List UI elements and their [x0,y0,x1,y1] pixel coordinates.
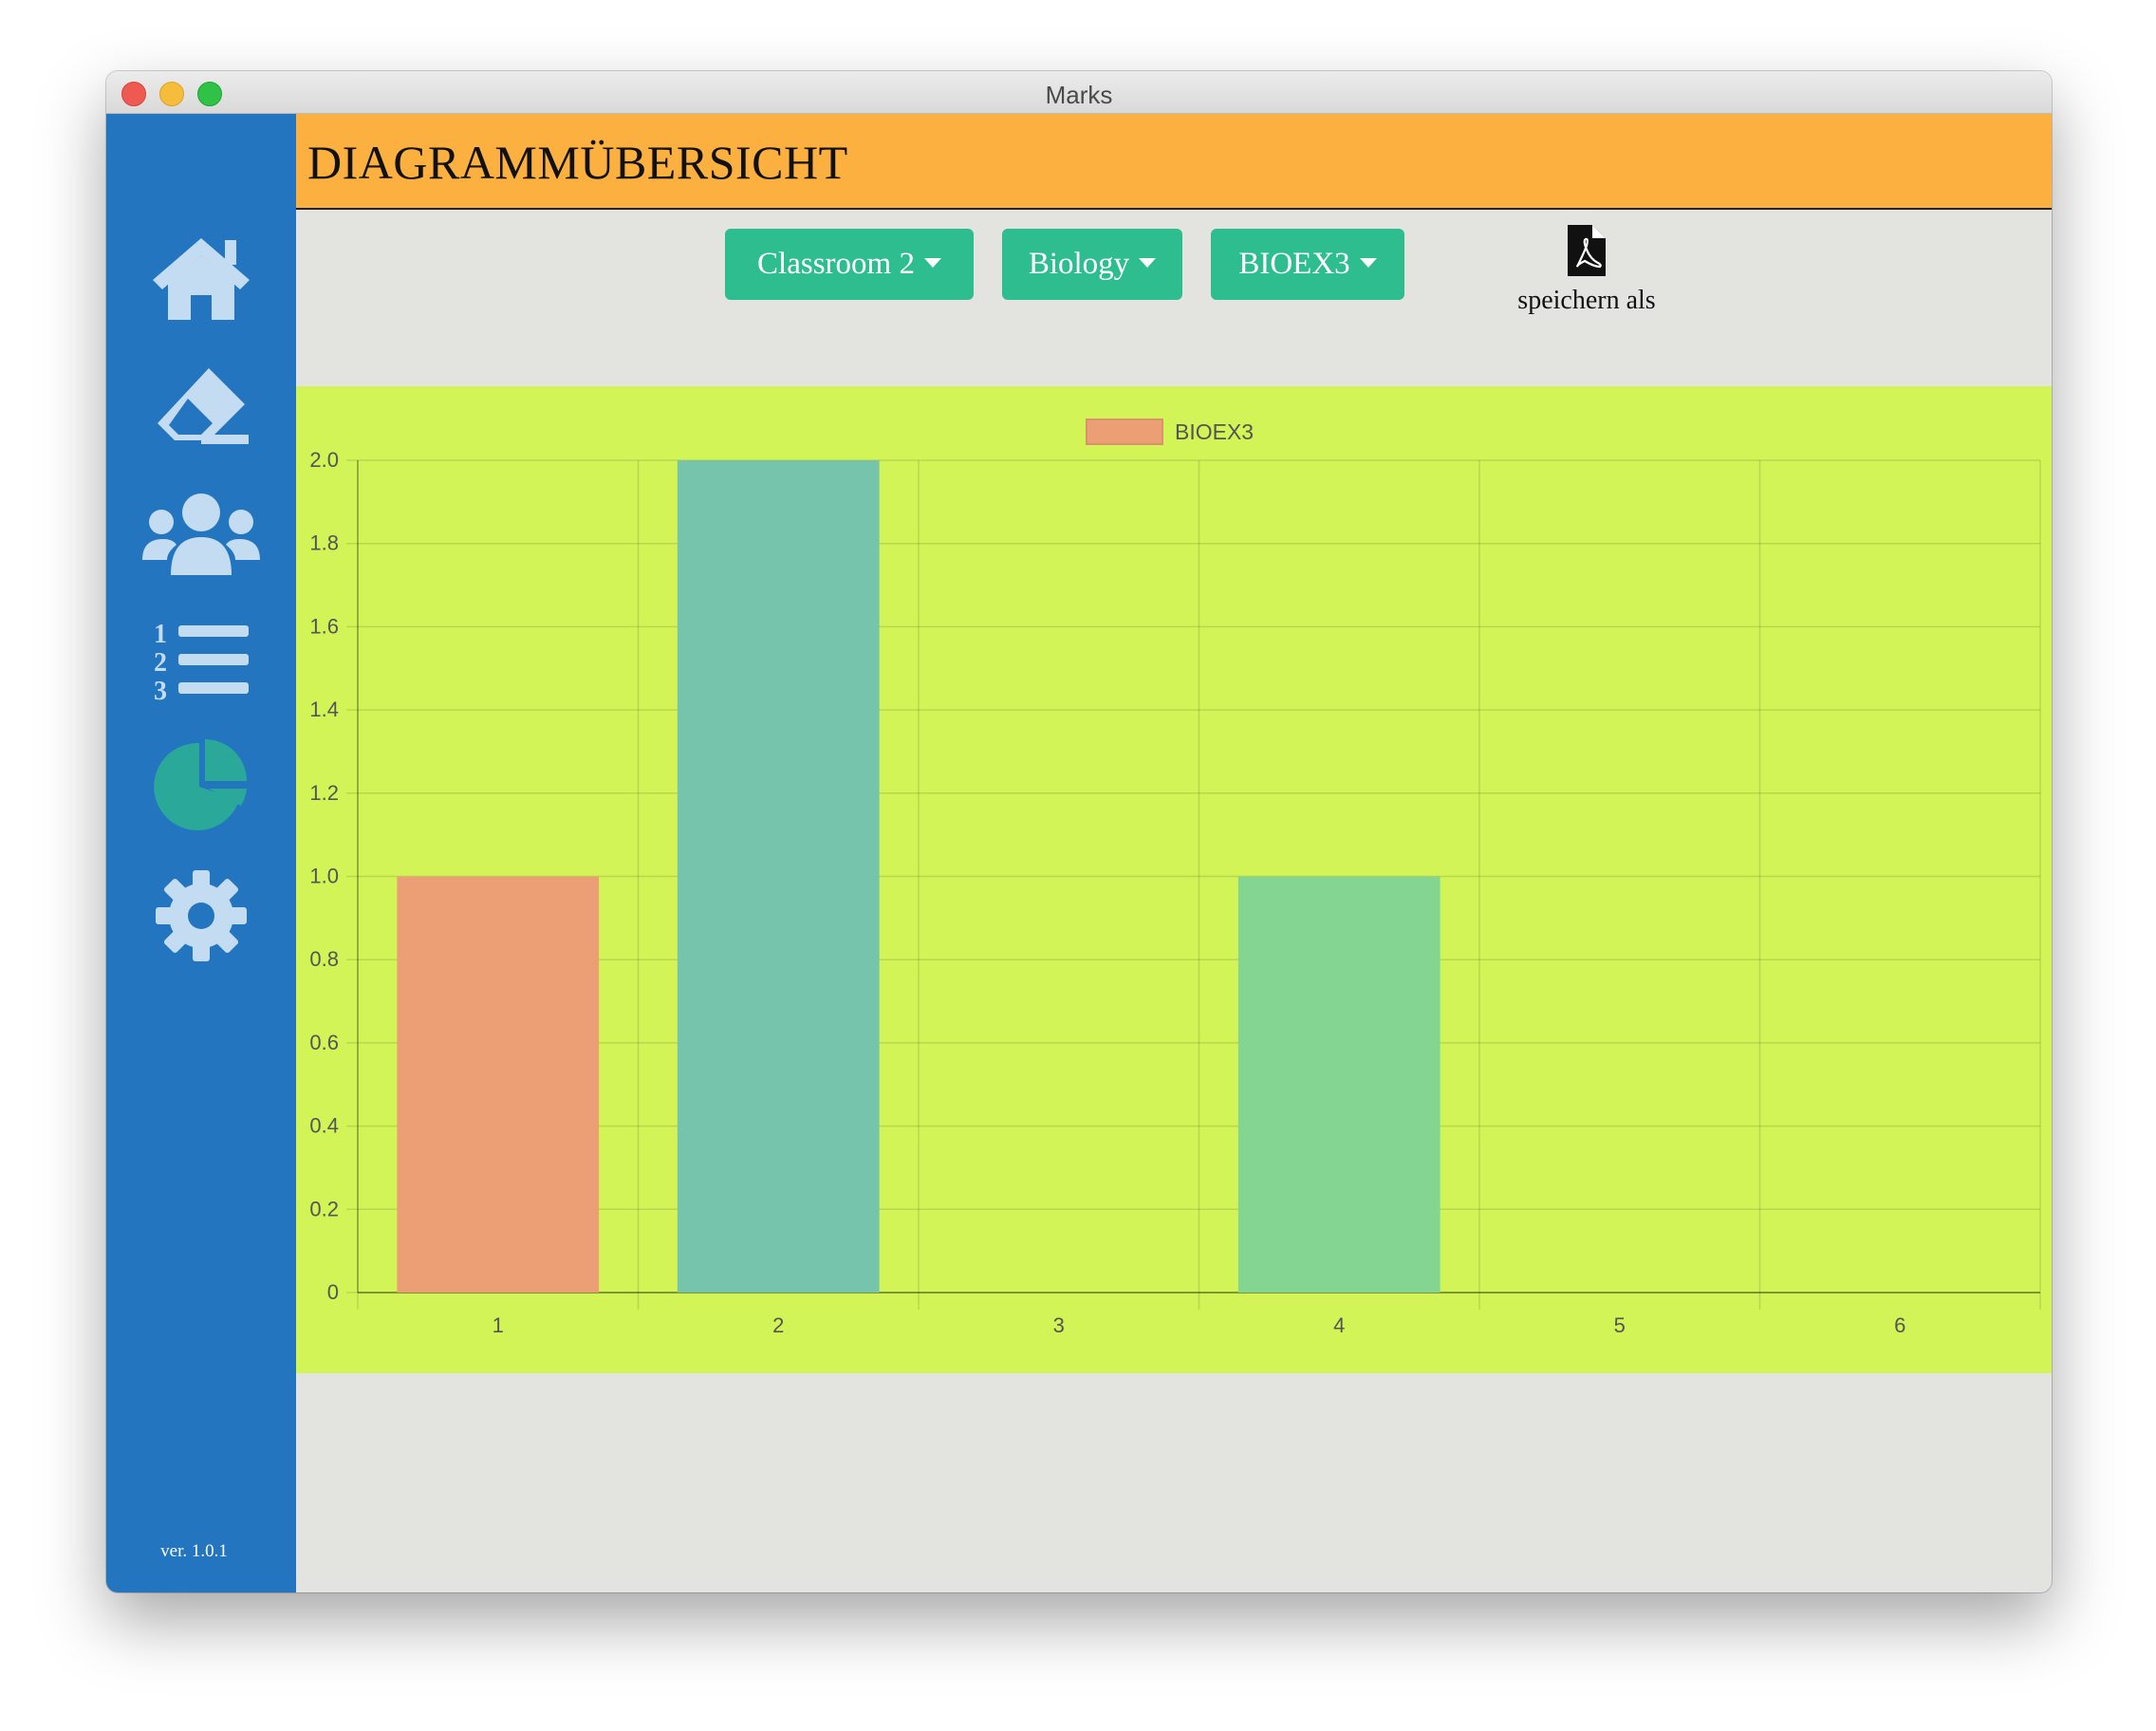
y-tick-label: 1.4 [309,698,339,721]
chevron-down-icon [1359,257,1377,268]
subject-dropdown[interactable]: Biology [1002,229,1182,300]
sidebar-item-students[interactable] [142,481,260,586]
x-tick-label: 4 [1333,1313,1345,1337]
sidebar-item-charts[interactable] [142,733,260,837]
subject-dropdown-label: Biology [1028,247,1130,281]
page-title: DIAGRAMMÜBERSICHT [307,136,848,189]
legend-label: BIOEX3 [1175,419,1254,444]
bar-chart: 0 0.2 0.4 0.6 0.8 1.0 1.2 1.4 1.6 1.8 2.0 1 2 3 4 5 6 BIO… [309,419,2041,1337]
sidebar-item-marks[interactable] [142,353,260,457]
pie-chart-icon [154,739,247,830]
y-tick-label: 0.6 [309,1031,339,1054]
x-tick-label: 1 [493,1313,504,1337]
exam-dropdown-label: BIOEX3 [1238,247,1350,281]
chevron-down-icon [923,257,941,268]
y-tick-label: 0.2 [309,1197,339,1220]
x-tick-label: 3 [1053,1313,1065,1337]
y-tick-label: 1.6 [309,614,339,638]
y-tick-label: 0.8 [309,947,339,971]
x-tick-label: 5 [1614,1313,1626,1337]
pdf-file-icon [1568,225,1606,276]
export-label: speichern als [1517,286,1656,315]
exam-dropdown[interactable]: BIOEX3 [1211,229,1404,300]
gear-icon [156,870,247,961]
y-tick-label: 0.4 [309,1114,339,1138]
export-pdf-button[interactable]: speichern als [1482,223,1691,318]
y-tick-label: 1.8 [309,531,339,555]
sidebar: 1 2 3 ver. 1.0.1 [106,114,296,1592]
chart-bar [677,460,880,1293]
app-window: Marks 1 2 3 ver. 1.0.1 DIAGRAMMÜBERSICHT… [106,71,2052,1592]
chart-area: 0 0.2 0.4 0.6 0.8 1.0 1.2 1.4 1.6 1.8 2.0 1 2 3 4 5 6 BIO… [296,386,2052,1373]
chart-bar [397,876,600,1293]
classroom-dropdown[interactable]: Classroom 2 [725,229,974,300]
eraser-icon [158,368,249,444]
y-tick-label: 2.0 [309,448,339,472]
chart-bar [1237,876,1440,1293]
svg-text:2: 2 [154,648,167,678]
y-tick-label: 1.2 [309,781,339,805]
x-tick-label: 2 [772,1313,784,1337]
y-tick-label: 0 [327,1280,339,1304]
users-icon [142,493,260,575]
x-tick-label: 6 [1894,1313,1905,1337]
title-bar: Marks [106,71,2052,114]
svg-text:3: 3 [154,677,167,703]
window-title: Marks [1045,81,1113,109]
sidebar-item-settings[interactable] [142,864,260,968]
sidebar-item-lists[interactable]: 1 2 3 [142,607,260,712]
classroom-dropdown-label: Classroom 2 [757,247,915,281]
legend-swatch [1086,419,1163,445]
chevron-down-icon [1139,257,1157,268]
home-icon [153,238,250,320]
svg-text:1: 1 [154,620,167,649]
page-header: DIAGRAMMÜBERSICHT [296,114,2052,210]
version-label: ver. 1.0.1 [160,1541,228,1561]
numbered-list-icon: 1 2 3 [154,620,249,703]
sidebar-item-home[interactable] [142,226,260,330]
y-tick-label: 1.0 [309,865,339,888]
